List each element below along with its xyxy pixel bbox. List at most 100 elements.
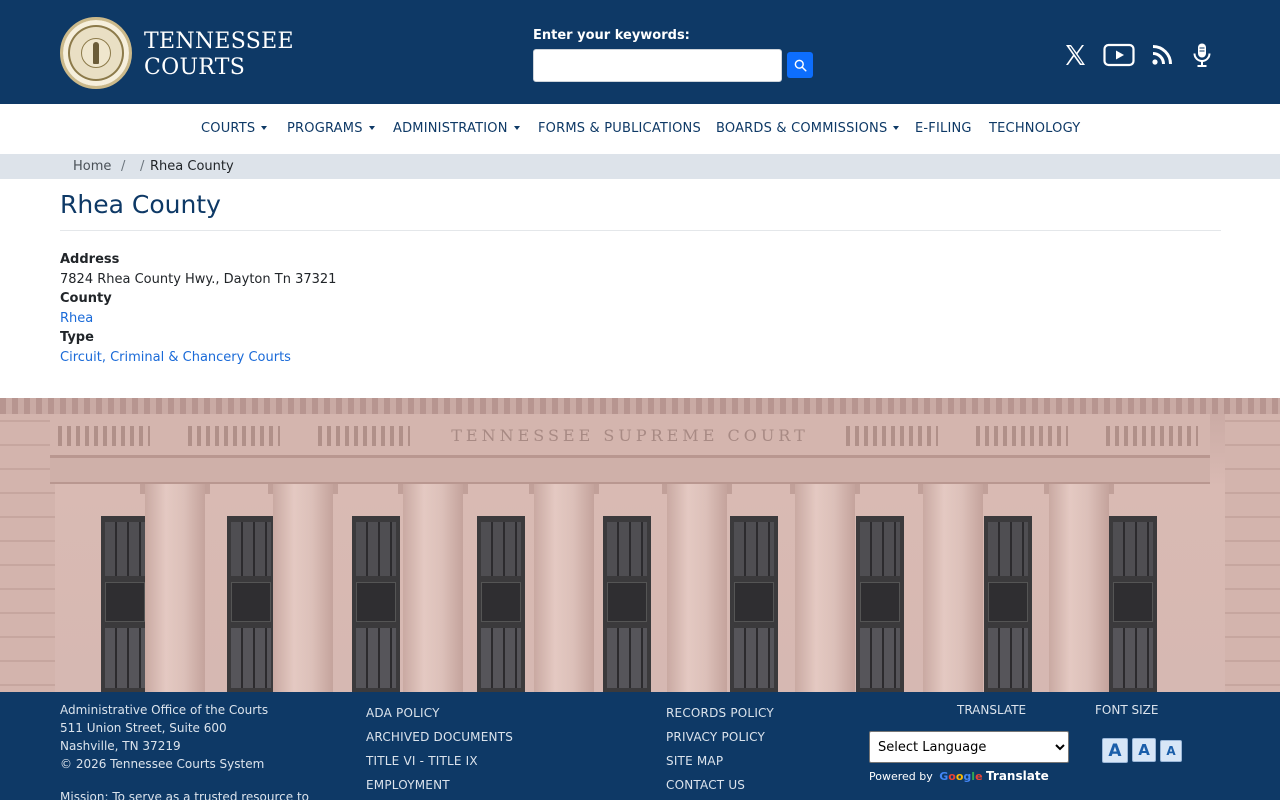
building-window xyxy=(227,516,275,692)
address-label: Address xyxy=(60,252,120,267)
nav-item-programs[interactable]: PROGRAMS xyxy=(287,121,375,136)
breadcrumb-current: Rhea County xyxy=(150,159,234,174)
county-label: County xyxy=(60,291,112,306)
nav-item-e-filing[interactable]: E-FILING xyxy=(915,121,972,136)
county-link[interactable]: Rhea xyxy=(60,311,93,326)
footer-link-archived-documents[interactable]: ARCHIVED DOCUMENTS xyxy=(366,730,513,744)
font-size-small-icon: A xyxy=(1166,744,1176,758)
building-column xyxy=(273,484,333,692)
title-divider xyxy=(60,230,1221,231)
nav-label: PROGRAMS xyxy=(287,121,363,136)
rss-link[interactable] xyxy=(1147,40,1177,70)
footer-mission: Mission: To serve as a trusted resource … xyxy=(60,790,310,800)
building-window xyxy=(477,516,525,692)
nav-item-technology[interactable]: TECHNOLOGY xyxy=(989,121,1080,136)
seal-figure xyxy=(93,42,99,64)
site-header: TENNESSEE COURTS Enter your keywords: xyxy=(0,0,1280,104)
building-window xyxy=(984,516,1032,692)
search-label: Enter your keywords: xyxy=(533,28,690,43)
building-window xyxy=(352,516,400,692)
footer-link-records-policy[interactable]: RECORDS POLICY xyxy=(666,706,774,720)
x-icon xyxy=(1066,45,1085,65)
font-size-decrease-button[interactable]: A xyxy=(1160,740,1182,762)
building-column xyxy=(667,484,727,692)
footer-link-site-map[interactable]: SITE MAP xyxy=(666,754,723,768)
font-size-reset-button[interactable]: A xyxy=(1132,738,1156,762)
caret-down-icon xyxy=(513,125,520,130)
footer-link-employment[interactable]: EMPLOYMENT xyxy=(366,778,450,792)
caret-down-icon xyxy=(893,125,900,130)
footer-address-line: Administrative Office of the Courts xyxy=(60,703,269,717)
building-column xyxy=(1049,484,1109,692)
rss-icon xyxy=(1152,45,1172,65)
breadcrumb-home[interactable]: Home xyxy=(73,159,111,174)
nav-label: FORMS & PUBLICATIONS xyxy=(538,121,701,136)
site-name-line1: TENNESSEE xyxy=(144,29,294,54)
building-cornice xyxy=(0,398,1280,414)
building-window xyxy=(101,516,149,692)
footer-copyright: © 2026 Tennessee Courts System xyxy=(60,757,265,771)
font-size-default-icon: A xyxy=(1138,741,1150,759)
building-window xyxy=(603,516,651,692)
building-column xyxy=(534,484,594,692)
caret-down-icon xyxy=(261,125,268,130)
building-entablature xyxy=(50,458,1210,484)
footer-link-ada-policy[interactable]: ADA POLICY xyxy=(366,706,440,720)
nav-label: TECHNOLOGY xyxy=(989,121,1081,136)
nav-item-courts[interactable]: COURTS xyxy=(201,121,268,136)
page-title: Rhea County xyxy=(60,190,221,219)
nav-label: ADMINISTRATION xyxy=(393,121,508,136)
type-label: Type xyxy=(60,330,94,345)
breadcrumb-separator: / xyxy=(121,159,126,174)
footer-link-title-vi-title-ix[interactable]: TITLE VI - TITLE IX xyxy=(366,754,478,768)
nav-label: E-FILING xyxy=(915,121,972,136)
site-name[interactable]: TENNESSEE COURTS xyxy=(144,29,294,81)
building-side-wall xyxy=(1225,398,1280,692)
translate-word: Translate xyxy=(986,769,1049,783)
building-window xyxy=(856,516,904,692)
nav-label: COURTS xyxy=(201,121,256,136)
building-frieze: TENNESSEE SUPREME COURT xyxy=(50,414,1210,458)
main-navigation: COURTS PROGRAMS ADMINISTRATION FORMS & P… xyxy=(0,104,1280,154)
search-input[interactable] xyxy=(533,49,782,82)
address-value: 7824 Rhea County Hwy., Dayton Tn 37321 xyxy=(60,272,337,287)
nav-item-administration[interactable]: ADMINISTRATION xyxy=(393,121,520,136)
youtube-icon xyxy=(1103,43,1135,67)
breadcrumb-separator: / xyxy=(140,159,145,174)
caret-down-icon xyxy=(368,125,375,130)
type-link[interactable]: Circuit, Criminal & Chancery Courts xyxy=(60,350,291,365)
footer-link-privacy-policy[interactable]: PRIVACY POLICY xyxy=(666,730,765,744)
building-column xyxy=(923,484,983,692)
google-logo: Google xyxy=(939,770,983,783)
building-column xyxy=(403,484,463,692)
podcast-link[interactable] xyxy=(1187,40,1217,70)
youtube-link[interactable] xyxy=(1102,40,1136,70)
supreme-court-building-image: TENNESSEE SUPREME COURT xyxy=(0,398,1280,692)
nav-item-boards-commissions[interactable]: BOARDS & COMMISSIONS xyxy=(716,121,900,136)
building-window xyxy=(1109,516,1157,692)
footer-address-line: Nashville, TN 37219 xyxy=(60,739,181,753)
font-size-increase-button[interactable]: A xyxy=(1102,738,1128,763)
podcast-microphone-icon xyxy=(1193,43,1211,67)
tennessee-judiciary-seal-logo[interactable] xyxy=(60,17,132,89)
building-column xyxy=(145,484,205,692)
building-inscription: TENNESSEE SUPREME COURT xyxy=(451,426,809,445)
site-name-line2: COURTS xyxy=(144,55,246,80)
translate-heading: TRANSLATE xyxy=(957,703,1027,717)
building-window xyxy=(730,516,778,692)
powered-by-text: Powered by xyxy=(869,770,933,783)
search-button[interactable] xyxy=(787,52,813,78)
font-size-heading: FONT SIZE xyxy=(1095,703,1159,717)
footer-address-line: 511 Union Street, Suite 600 xyxy=(60,721,227,735)
search-icon xyxy=(794,59,807,72)
footer-link-contact-us[interactable]: CONTACT US xyxy=(666,778,745,792)
google-translate-attribution[interactable]: Powered by Google Translate xyxy=(869,769,1049,783)
nav-label: BOARDS & COMMISSIONS xyxy=(716,121,888,136)
building-side-wall xyxy=(0,398,55,692)
nav-item-forms-publications[interactable]: FORMS & PUBLICATIONS xyxy=(538,121,701,136)
x-twitter-link[interactable] xyxy=(1060,40,1090,70)
breadcrumb: Home / / Rhea County xyxy=(0,154,1280,179)
font-size-large-icon: A xyxy=(1108,740,1122,761)
building-column xyxy=(795,484,855,692)
language-select[interactable]: Select Language xyxy=(869,731,1069,763)
